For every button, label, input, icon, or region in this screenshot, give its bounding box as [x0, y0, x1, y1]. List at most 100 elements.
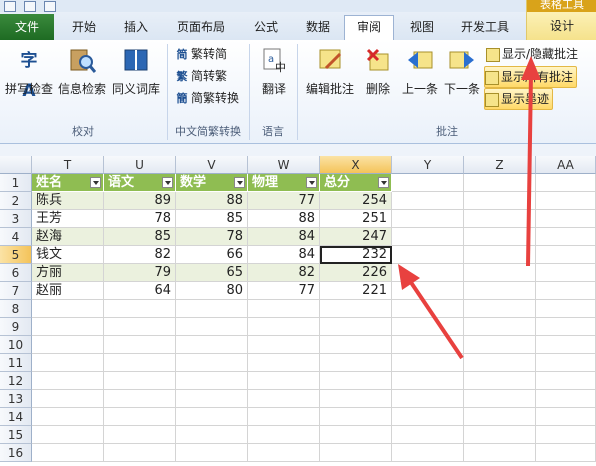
cell[interactable]: [176, 426, 248, 444]
to-simplified-button[interactable]: 简繁转简: [175, 44, 228, 64]
row-header-6[interactable]: 6: [0, 264, 32, 282]
table-cell[interactable]: 79: [104, 264, 176, 282]
row-header-1[interactable]: 1: [0, 174, 32, 192]
cell[interactable]: [392, 444, 464, 462]
table-cell[interactable]: 88: [176, 192, 248, 210]
cell[interactable]: [320, 354, 392, 372]
table-cell[interactable]: 251: [320, 210, 392, 228]
table-cell[interactable]: 254: [320, 192, 392, 210]
cell[interactable]: [320, 372, 392, 390]
tab-developer[interactable]: 开发工具: [452, 16, 518, 38]
cell[interactable]: [536, 210, 596, 228]
cell[interactable]: [464, 300, 536, 318]
translate-button[interactable]: a中 翻译: [254, 46, 294, 97]
table-cell[interactable]: 221: [320, 282, 392, 300]
tab-design[interactable]: 设计: [527, 14, 596, 38]
table-cell[interactable]: 赵丽: [32, 282, 104, 300]
cell[interactable]: [536, 264, 596, 282]
cell[interactable]: [104, 390, 176, 408]
tab-formulas[interactable]: 公式: [244, 16, 288, 38]
row-header-12[interactable]: 12: [0, 372, 32, 390]
previous-comment-button[interactable]: 上一条: [400, 46, 440, 97]
row-header-4[interactable]: 4: [0, 228, 32, 246]
thesaurus-button[interactable]: 同义词库: [110, 46, 162, 97]
show-all-comments-button[interactable]: 显示所有批注: [484, 66, 578, 88]
cell[interactable]: [536, 192, 596, 210]
cell[interactable]: [536, 318, 596, 336]
select-all-corner[interactable]: [0, 156, 32, 174]
cell[interactable]: [32, 372, 104, 390]
column-header-u[interactable]: U: [104, 156, 176, 174]
excel-icon[interactable]: [4, 1, 16, 12]
cell[interactable]: [392, 336, 464, 354]
table-cell[interactable]: 85: [176, 210, 248, 228]
row-header-7[interactable]: 7: [0, 282, 32, 300]
row-header-9[interactable]: 9: [0, 318, 32, 336]
cell[interactable]: [464, 408, 536, 426]
table-header-cell[interactable]: 总分: [320, 174, 392, 192]
cell[interactable]: [392, 300, 464, 318]
cell[interactable]: [104, 300, 176, 318]
convert-button[interactable]: 簡简繁转换: [175, 88, 240, 108]
filter-dropdown-icon[interactable]: [162, 177, 173, 188]
table-cell[interactable]: 247: [320, 228, 392, 246]
tab-view[interactable]: 视图: [400, 16, 444, 38]
cell[interactable]: [392, 264, 464, 282]
delete-comment-button[interactable]: 删除: [360, 46, 396, 97]
table-header-cell[interactable]: 数学: [176, 174, 248, 192]
column-header-x[interactable]: X: [320, 156, 392, 174]
row-header-11[interactable]: 11: [0, 354, 32, 372]
cell[interactable]: [176, 408, 248, 426]
cell[interactable]: [392, 372, 464, 390]
cell[interactable]: [536, 390, 596, 408]
cell[interactable]: [464, 390, 536, 408]
filter-dropdown-icon[interactable]: [90, 177, 101, 188]
undo-icon[interactable]: [44, 1, 56, 12]
row-header-3[interactable]: 3: [0, 210, 32, 228]
table-cell[interactable]: 82: [248, 264, 320, 282]
column-header-z[interactable]: Z: [464, 156, 536, 174]
table-cell[interactable]: 77: [248, 192, 320, 210]
cell[interactable]: [176, 390, 248, 408]
cell[interactable]: [392, 354, 464, 372]
cell[interactable]: [464, 246, 536, 264]
cell[interactable]: [464, 174, 536, 192]
cell[interactable]: [248, 426, 320, 444]
filter-dropdown-icon[interactable]: [234, 177, 245, 188]
research-button[interactable]: 信息检索: [56, 46, 108, 97]
cell[interactable]: [176, 444, 248, 462]
cell[interactable]: [464, 336, 536, 354]
cell[interactable]: [32, 318, 104, 336]
cell[interactable]: [248, 336, 320, 354]
table-cell[interactable]: 77: [248, 282, 320, 300]
next-comment-button[interactable]: 下一条: [442, 46, 482, 97]
table-cell[interactable]: 88: [248, 210, 320, 228]
table-cell[interactable]: 王芳: [32, 210, 104, 228]
cell[interactable]: [176, 318, 248, 336]
table-cell[interactable]: 陈兵: [32, 192, 104, 210]
cell[interactable]: [464, 228, 536, 246]
cell[interactable]: [104, 372, 176, 390]
cell[interactable]: [536, 300, 596, 318]
cell[interactable]: [464, 192, 536, 210]
cell[interactable]: [320, 408, 392, 426]
cell[interactable]: [536, 408, 596, 426]
edit-comment-button[interactable]: 编辑批注: [304, 46, 356, 97]
tab-home[interactable]: 开始: [62, 16, 106, 38]
cell[interactable]: [104, 336, 176, 354]
table-cell[interactable]: 82: [104, 246, 176, 264]
cell[interactable]: [248, 390, 320, 408]
table-cell[interactable]: 85: [104, 228, 176, 246]
filter-dropdown-icon[interactable]: [378, 177, 389, 188]
cell[interactable]: [536, 426, 596, 444]
show-ink-button[interactable]: 显示墨迹: [484, 88, 554, 110]
table-header-cell[interactable]: 姓名: [32, 174, 104, 192]
cell[interactable]: [536, 174, 596, 192]
table-header-cell[interactable]: 语文: [104, 174, 176, 192]
row-header-5[interactable]: 5: [0, 246, 32, 264]
filter-dropdown-icon[interactable]: [306, 177, 317, 188]
cell[interactable]: [464, 372, 536, 390]
cell[interactable]: [392, 318, 464, 336]
cell[interactable]: [104, 426, 176, 444]
cell[interactable]: [104, 318, 176, 336]
